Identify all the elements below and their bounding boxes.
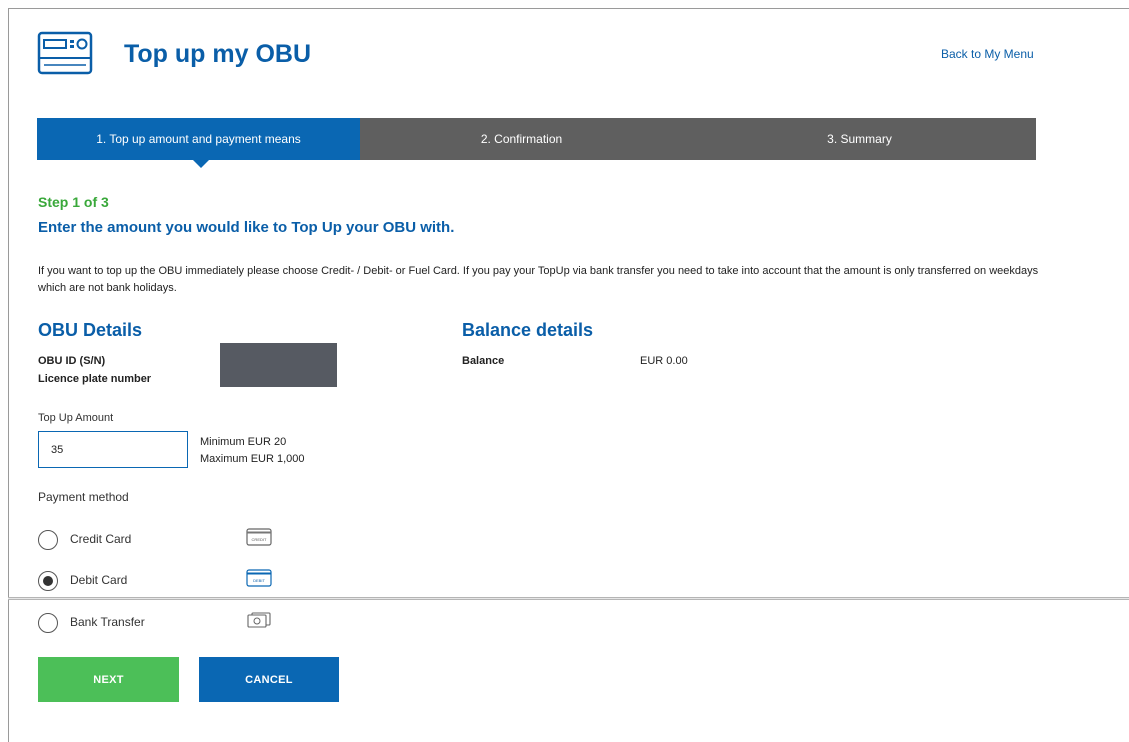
minimum-amount-text: Minimum EUR 20 bbox=[200, 436, 287, 448]
top-up-amount-label: Top Up Amount bbox=[38, 412, 114, 424]
licence-plate-label: Licence plate number bbox=[38, 373, 152, 385]
balance-label: Balance bbox=[462, 355, 505, 367]
active-step-caret bbox=[193, 160, 209, 168]
progress-steps: 1. Top up amount and payment means 2. Co… bbox=[37, 118, 1036, 168]
credit-card-radio[interactable] bbox=[38, 530, 58, 550]
window-frame-top bbox=[8, 8, 1129, 9]
step-heading: Enter the amount you would like to Top U… bbox=[38, 219, 455, 236]
bank-transfer-icon bbox=[247, 612, 271, 628]
payment-method-label: Payment method bbox=[38, 490, 129, 504]
debit-card-icon: DEBIT bbox=[246, 569, 272, 587]
top-up-amount-input[interactable] bbox=[38, 431, 188, 468]
step-1-tab: 1. Top up amount and payment means bbox=[37, 118, 360, 168]
cancel-button[interactable]: CANCEL bbox=[199, 657, 339, 702]
window-frame-left bbox=[8, 8, 9, 742]
step-indicator: Step 1 of 3 bbox=[38, 194, 109, 210]
bank-transfer-radio[interactable] bbox=[38, 613, 58, 633]
step-1-label: 1. Top up amount and payment means bbox=[96, 132, 301, 146]
balance-value: EUR 0.00 bbox=[640, 355, 688, 367]
bank-transfer-label[interactable]: Bank Transfer bbox=[70, 615, 145, 629]
redacted-obu-values bbox=[220, 343, 337, 387]
step-2-label: 2. Confirmation bbox=[480, 132, 563, 146]
obu-id-label: OBU ID (S/N) bbox=[38, 355, 106, 367]
back-to-menu-link[interactable]: Back to My Menu bbox=[941, 47, 1034, 61]
step-2-tab: 2. Confirmation bbox=[360, 118, 683, 160]
obu-details-title: OBU Details bbox=[38, 320, 143, 340]
credit-card-icon: CREDIT bbox=[246, 528, 272, 546]
obu-device-icon bbox=[37, 31, 93, 75]
credit-card-icon-text: CREDIT bbox=[252, 537, 267, 542]
page-title: Top up my OBU bbox=[124, 40, 312, 68]
debit-card-radio[interactable] bbox=[38, 571, 58, 591]
debit-card-label[interactable]: Debit Card bbox=[70, 573, 127, 587]
amount-limits: Minimum EUR 20 Maximum EUR 1,000 bbox=[200, 434, 305, 468]
step-3-tab: 3. Summary bbox=[683, 118, 1036, 160]
balance-details-title: Balance details bbox=[462, 320, 594, 340]
info-text: If you want to top up the OBU immediatel… bbox=[38, 265, 1039, 294]
screenshot-seam bbox=[8, 597, 1129, 600]
credit-card-label[interactable]: Credit Card bbox=[70, 532, 131, 546]
step-3-label: 3. Summary bbox=[827, 132, 892, 146]
next-button[interactable]: NEXT bbox=[38, 657, 179, 702]
debit-card-icon-text: DEBIT bbox=[253, 578, 265, 583]
maximum-amount-text: Maximum EUR 1,000 bbox=[200, 453, 305, 465]
